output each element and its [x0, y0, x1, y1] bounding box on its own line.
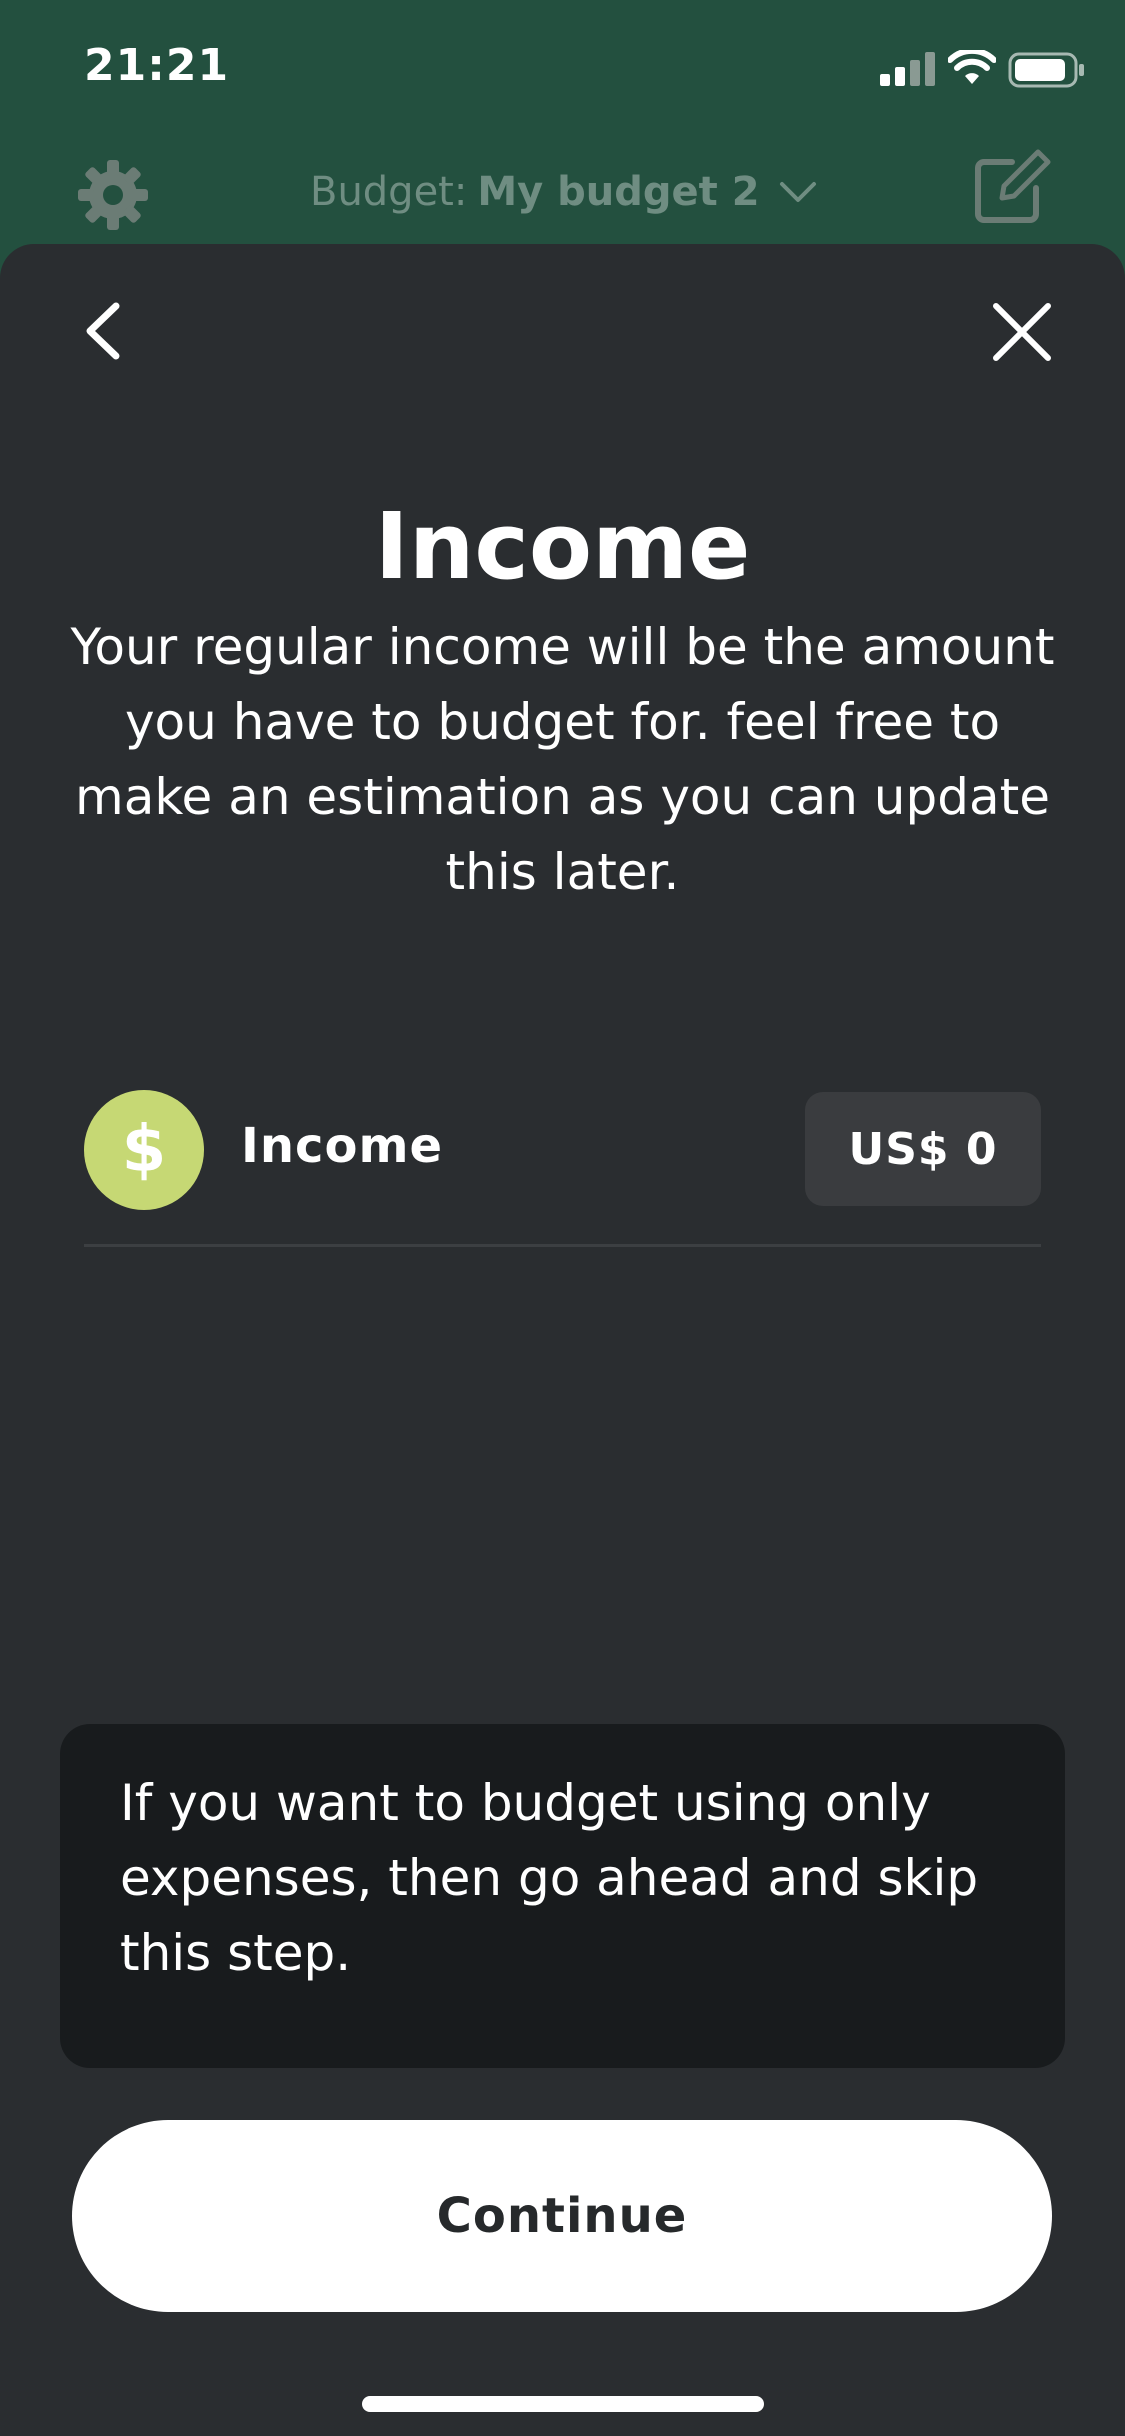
income-amount-input[interactable]: US$ 0 [805, 1092, 1041, 1206]
chevron-down-icon [779, 182, 816, 202]
signal-icon [880, 52, 935, 86]
screen: 21:21 Budget: My budget 2 Income Your re… [0, 0, 1125, 2436]
battery-icon [1008, 52, 1084, 88]
status-bar: 21:21 [0, 0, 1125, 140]
edit-icon[interactable] [972, 148, 1052, 228]
budget-selector[interactable]: Budget: My budget 2 [310, 162, 818, 222]
status-time: 21:21 [84, 40, 230, 91]
page-subtitle: Your regular income will be the amount y… [70, 618, 1055, 901]
gear-icon[interactable] [76, 158, 150, 232]
income-label: Income [241, 1118, 444, 1174]
info-text: If you want to budget using only expense… [120, 1774, 979, 1982]
budget-prefix: Budget: [310, 169, 468, 215]
back-icon[interactable] [80, 300, 124, 362]
continue-button[interactable]: Continue [72, 2120, 1052, 2312]
budget-name: My budget 2 [477, 169, 760, 215]
income-row[interactable]: $ Income US$ 0 [84, 1090, 1041, 1247]
page-title: Income [374, 493, 751, 600]
wifi-icon [948, 50, 996, 84]
dollar-icon: $ [84, 1090, 204, 1210]
info-box: If you want to budget using only expense… [60, 1724, 1065, 2068]
close-icon[interactable] [992, 302, 1052, 362]
home-indicator [362, 2396, 764, 2412]
divider [84, 1244, 1041, 1247]
